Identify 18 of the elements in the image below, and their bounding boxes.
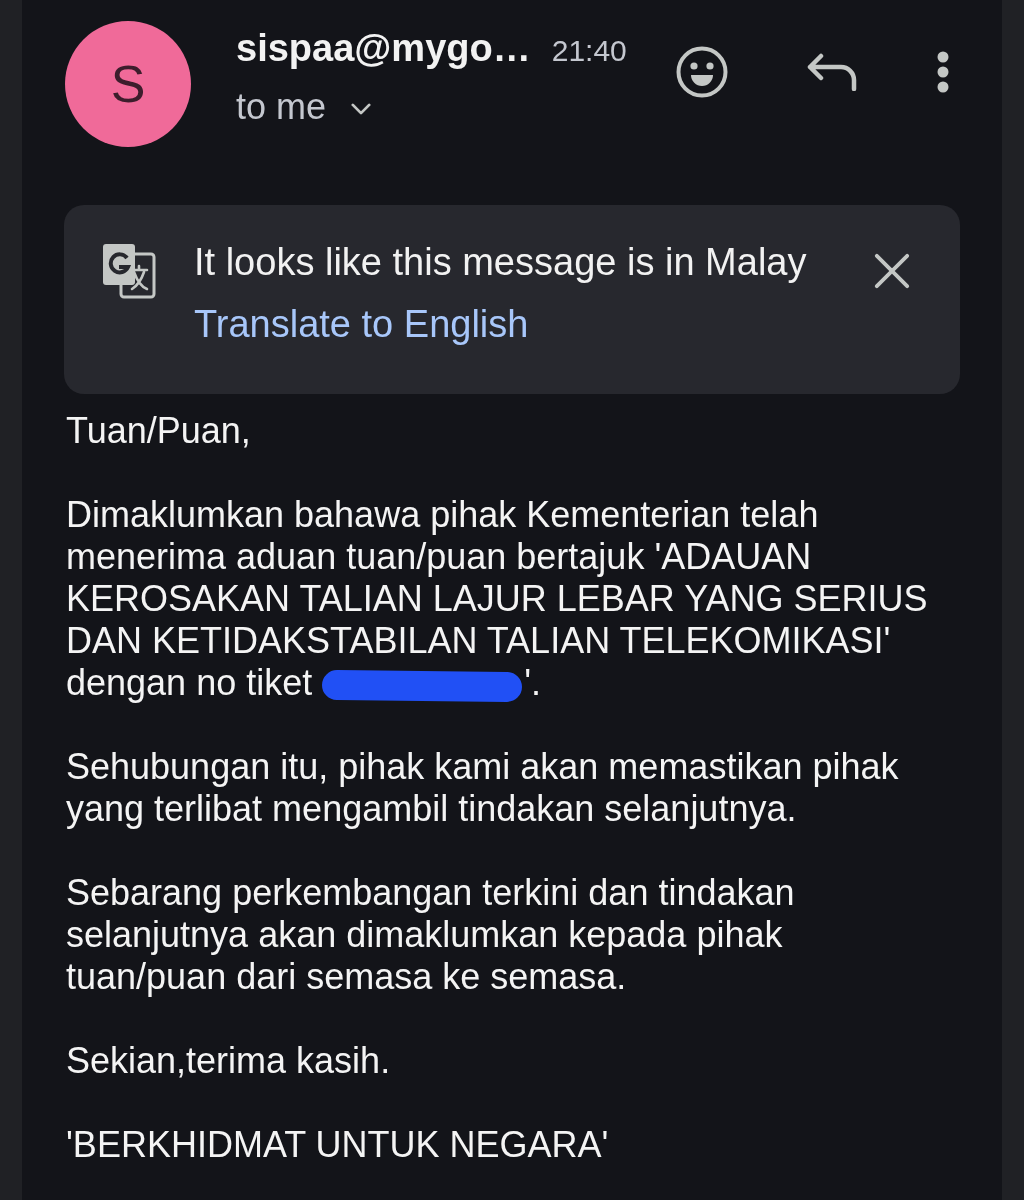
body-paragraph: Dimaklumkan bahawa pihak Kementerian telah menerima aduan tuan/puan bertajuk 'ADAUAN KEROSAKAN TALIAN LAJUR LEBAR YANG SERIUS DAN KETIDAKSTABILAN TALIAN TELEKOMIKASI' dengan no tiket '. <box>66 494 929 704</box>
sender-address: sispaa@mygo… <box>236 26 531 70</box>
translate-icon <box>101 242 157 300</box>
body-paragraph: Sekian,terima kasih. <box>66 1040 392 1082</box>
reply-arrow-icon <box>807 53 857 91</box>
translate-link[interactable]: Translate to English <box>194 301 529 347</box>
body-paragraph: Tuan/Puan, <box>66 410 252 452</box>
chevron-down-icon <box>351 103 372 115</box>
message-time: 21:40 <box>551 34 627 68</box>
body-paragraph: Sebarang perkembangan terkini dan tindakan selanjutnya akan dimaklumkan kepada pihak tuan/puan dari semasa ke semasa. <box>66 872 796 998</box>
language-notice: It looks like this message is in Malay <box>194 240 807 285</box>
smiley-icon <box>676 46 728 98</box>
close-icon <box>874 253 910 289</box>
more-vertical-icon <box>937 51 949 93</box>
body-paragraph: Sehubungan itu, pihak kami akan memastikan pihak yang terlibat mengambil tindakan selanjutnya. <box>66 746 900 830</box>
recipient-toggle[interactable]: to me <box>236 85 372 129</box>
sender-avatar: S <box>65 21 191 147</box>
body-paragraph: 'BERKHIDMAT UNTUK NEGARA' <box>66 1124 610 1166</box>
